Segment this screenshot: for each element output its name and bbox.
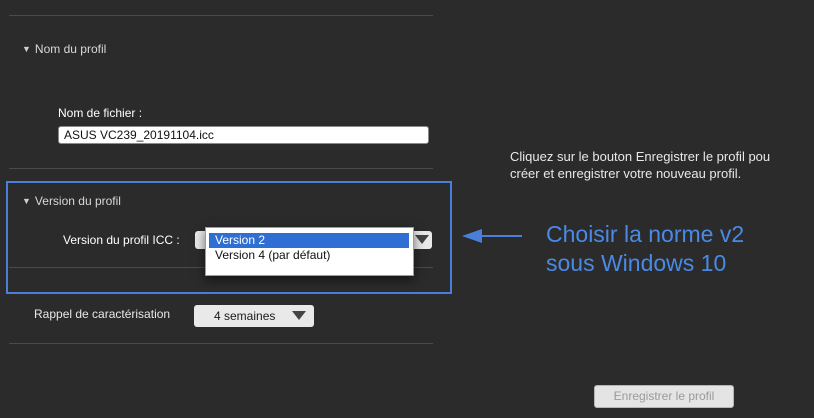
bottom-divider bbox=[9, 343, 433, 344]
filename-label: Nom de fichier : bbox=[58, 106, 143, 120]
annotation-arrow-icon bbox=[462, 229, 522, 243]
divider-profile-name bbox=[9, 168, 433, 169]
annotation-line-1: Choisir la norme v2 bbox=[546, 221, 745, 247]
reminder-select[interactable]: 4 semaines bbox=[194, 305, 314, 327]
annotation-highlight-box bbox=[6, 181, 452, 294]
section-header-profile-name[interactable]: ▼ Nom du profil bbox=[22, 42, 106, 56]
disclosure-triangle-icon[interactable]: ▼ bbox=[22, 44, 31, 54]
chevron-down-icon bbox=[292, 311, 306, 320]
top-divider bbox=[9, 15, 433, 16]
reminder-select-value: 4 semaines bbox=[214, 309, 276, 323]
save-instructions-line-2: créer et enregistrer votre nouveau profi… bbox=[510, 166, 742, 181]
save-instructions: Cliquez sur le bouton Enregistrer le pro… bbox=[510, 148, 770, 182]
reminder-label: Rappel de caractérisation bbox=[34, 307, 171, 321]
filename-input[interactable]: ASUS VC239_20191104.icc bbox=[58, 126, 429, 144]
annotation-callout: Choisir la norme v2 sous Windows 10 bbox=[546, 220, 744, 278]
annotation-line-2: sous Windows 10 bbox=[546, 250, 727, 276]
save-instructions-line-1: Cliquez sur le bouton Enregistrer le pro… bbox=[510, 149, 771, 164]
section-title-profile-name: Nom du profil bbox=[34, 42, 107, 56]
save-profile-button[interactable]: Enregistrer le profil bbox=[594, 385, 734, 408]
